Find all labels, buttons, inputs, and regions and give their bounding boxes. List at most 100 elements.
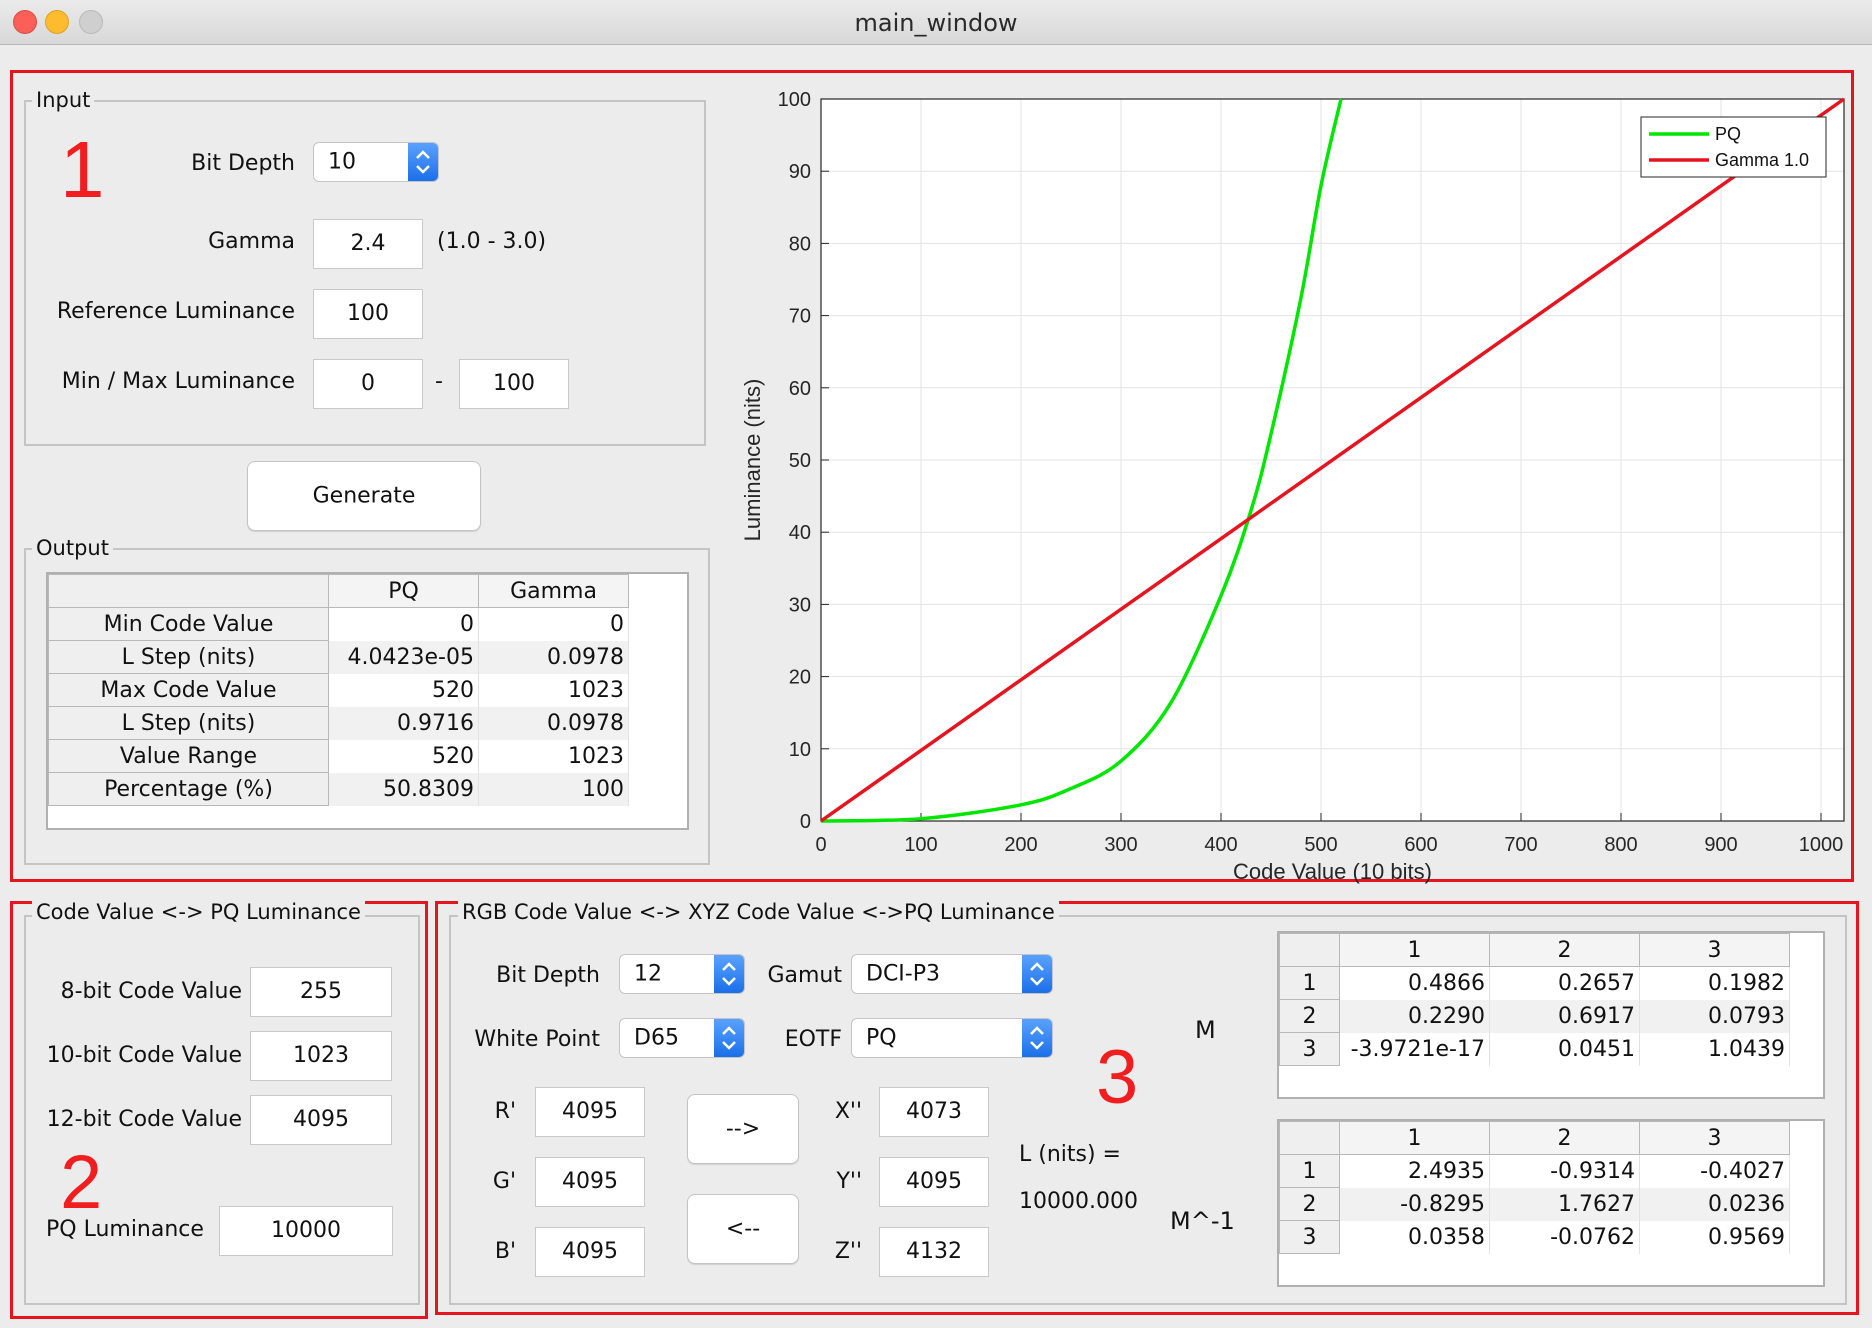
g-input[interactable]: 4095 [535,1157,645,1207]
gamma-label: Gamma [208,229,295,254]
chart-y-tick-label: 60 [789,378,811,400]
matrix-cell[interactable]: 1.7627 [1489,1187,1640,1221]
matrix-cell[interactable]: 0.2290 [1339,999,1490,1033]
rgb-bit-depth-label: Bit Depth [496,963,600,988]
matrix-cell[interactable]: -0.4027 [1639,1154,1790,1188]
r-input[interactable]: 4095 [535,1087,645,1137]
xyz-to-rgb-button[interactable]: <-- [687,1194,799,1264]
matrix-cell[interactable]: 0.9569 [1639,1220,1790,1254]
annotation-number-1: 1 [60,125,105,214]
chart-y-tick-label: 90 [789,161,811,183]
bit-depth-select[interactable]: 10 [313,142,439,182]
output-cell[interactable]: 0 [478,607,629,641]
chevron-updown-icon [1022,955,1052,993]
b-input[interactable]: 4095 [535,1227,645,1277]
chart-y-tick-label: 0 [800,811,811,833]
code-pq-legend: Code Value <-> PQ Luminance [32,900,365,924]
cv10-input[interactable]: 1023 [250,1031,392,1081]
matrix-minv-table[interactable]: 1 2 3 1 2.4935 -0.9314 -0.4027 2 -0.8295… [1279,1121,1790,1254]
rgb-bit-depth-select[interactable]: 12 [619,954,745,994]
output-cell[interactable]: 0 [328,607,479,641]
pq-luminance-input[interactable]: 10000 [219,1206,393,1256]
y-input[interactable]: 4095 [879,1157,989,1207]
gamma-input[interactable]: 2.4 [313,219,423,269]
matrix-minv-label: M^-1 [1170,1207,1235,1235]
matrix-cell[interactable]: 0.0451 [1489,1032,1640,1066]
chart-x-tick-label: 700 [1504,834,1537,856]
output-cell[interactable]: 520 [328,673,479,707]
matrix-row-header: 2 [1279,999,1340,1033]
matrix-col-header: 2 [1489,933,1640,967]
cv8-input[interactable]: 255 [250,967,392,1017]
pq-luminance-label: PQ Luminance [46,1217,204,1242]
matrix-cell[interactable]: 0.1982 [1639,966,1790,1000]
matrix-cell[interactable]: -0.9314 [1489,1154,1640,1188]
chevron-updown-icon [714,1019,744,1057]
rgb-bit-depth-value: 12 [634,961,662,987]
chart-y-tick-label: 10 [789,739,811,761]
chart-x-axis-label: Code Value (10 bits) [1233,859,1432,884]
chart-legend: PQ Gamma 1.0 [1640,116,1827,178]
min-max-luminance-label: Min / Max Luminance [61,369,295,394]
reference-luminance-input[interactable]: 100 [313,289,423,339]
rgb-to-xyz-button[interactable]: --> [687,1094,799,1164]
output-cell[interactable]: 1023 [478,673,629,707]
output-cell[interactable]: 4.0423e-05 [328,640,479,674]
matrix-cell[interactable]: 2.4935 [1339,1154,1490,1188]
matrix-m-table[interactable]: 1 2 3 1 0.4866 0.2657 0.1982 2 0.2290 0.… [1279,933,1790,1066]
reference-luminance-label: Reference Luminance [56,299,295,324]
eotf-label: EOTF [784,1027,842,1052]
output-cell[interactable]: 520 [328,739,479,773]
matrix-cell[interactable]: 0.0793 [1639,999,1790,1033]
output-row-label: L Step (nits) [48,706,329,740]
matrix-col-header: 1 [1339,1121,1490,1155]
gamut-select[interactable]: DCI-P3 [851,954,1053,994]
matrix-cell[interactable]: 0.0358 [1339,1220,1490,1254]
matrix-col-header: 3 [1639,933,1790,967]
input-legend: Input [32,88,95,112]
min-luminance-input[interactable]: 0 [313,359,423,409]
white-point-label: White Point [474,1027,600,1052]
chevron-updown-icon [714,955,744,993]
eotf-value: PQ [866,1025,897,1051]
white-point-value: D65 [634,1025,679,1051]
output-cell[interactable]: 50.8309 [328,772,479,806]
matrix-col-header: 2 [1489,1121,1640,1155]
output-cell[interactable]: 0.0978 [478,640,629,674]
max-luminance-input[interactable]: 100 [459,359,569,409]
output-cell[interactable]: 0.9716 [328,706,479,740]
white-point-select[interactable]: D65 [619,1018,745,1058]
output-cell[interactable]: 100 [478,772,629,806]
chart-x-tick-label: 200 [1004,834,1037,856]
output-cell[interactable]: 0.0978 [478,706,629,740]
matrix-cell[interactable]: 1.0439 [1639,1032,1790,1066]
output-cell[interactable]: 1023 [478,739,629,773]
matrix-col-header: 1 [1339,933,1490,967]
z-input[interactable]: 4132 [879,1227,989,1277]
matrix-cell[interactable]: 0.4866 [1339,966,1490,1000]
generate-button[interactable]: Generate [247,461,481,531]
output-row-label: L Step (nits) [48,640,329,674]
eotf-select[interactable]: PQ [851,1018,1053,1058]
matrix-row-header: 1 [1279,1154,1340,1188]
x-input[interactable]: 4073 [879,1087,989,1137]
matrix-cell[interactable]: 0.6917 [1489,999,1640,1033]
annotation-number-3: 3 [1096,1035,1139,1120]
matrix-cell[interactable]: -0.8295 [1339,1187,1490,1221]
bit-depth-value: 10 [328,149,356,175]
luminance-chart[interactable]: 0 100 200 300 400 500 600 700 800 900 1000 0 10 20 30 4… [720,80,1850,886]
cv8-label: 8-bit Code Value [60,979,242,1004]
matrix-cell[interactable]: 0.2657 [1489,966,1640,1000]
output-table[interactable]: PQ Gamma Min Code Value 0 0 L Step (nits… [48,574,629,806]
chart-x-tick-label: 900 [1704,834,1737,856]
matrix-m-label: M [1195,1016,1216,1044]
matrix-cell[interactable]: -0.0762 [1489,1220,1640,1254]
matrix-cell[interactable]: 0.0236 [1639,1187,1790,1221]
chart-legend-label: Gamma 1.0 [1715,150,1809,170]
matrix-cell[interactable]: -3.9721e-17 [1339,1032,1490,1066]
gamut-value: DCI-P3 [866,961,940,987]
cv10-label: 10-bit Code Value [46,1043,242,1068]
cv12-input[interactable]: 4095 [250,1095,392,1145]
output-col-pq: PQ [328,574,479,608]
chart-y-tick-label: 70 [789,306,811,328]
